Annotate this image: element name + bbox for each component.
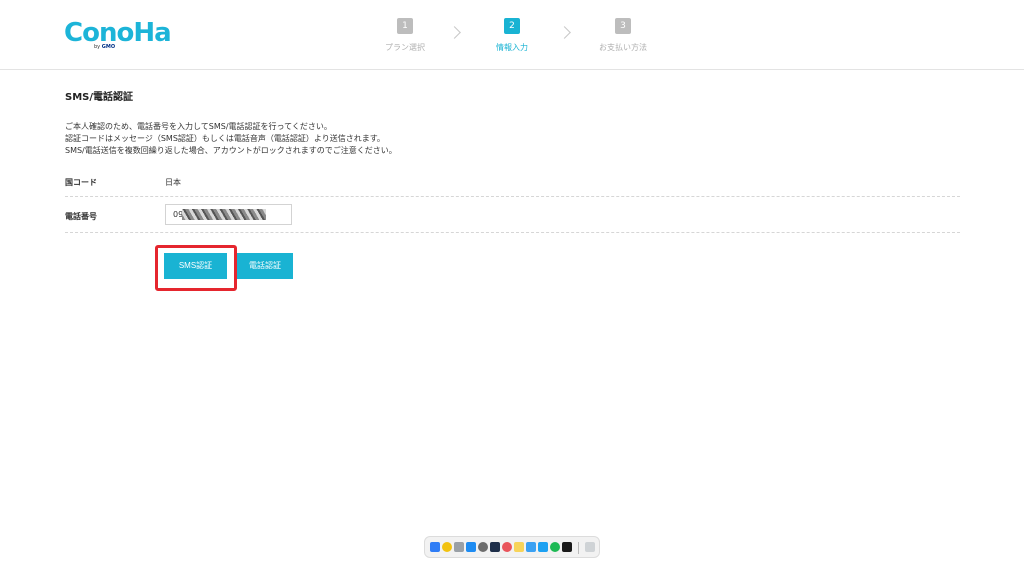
step-number: 2 [504, 18, 520, 34]
description-line: SMS/電話送信を複数回繰り返した場合、アカウントがロックされますのでご注意くだ… [65, 146, 397, 155]
logo-gmo: GMO [101, 44, 116, 50]
step-label: プラン選択 [385, 43, 425, 52]
chevron-right-icon [448, 26, 461, 39]
call-auth-button[interactable]: 電話認証 [237, 253, 293, 279]
page: ConoHa by GMO 1 プラン選択 2 情報入力 3 お支払い方法 SM… [0, 0, 1024, 561]
step-info: 2 情報入力 [477, 18, 547, 53]
logo-text: ConoHa [64, 18, 172, 48]
step-number: 3 [615, 18, 631, 34]
finder-icon[interactable] [430, 542, 440, 552]
logo-byline: by GMO [94, 44, 115, 50]
trash-icon[interactable] [585, 542, 595, 552]
conoha-logo[interactable]: ConoHa by GMO [64, 18, 172, 52]
phone-label: 電話番号 [65, 212, 97, 221]
main-content: SMS/電話認証 ご本人確認のため、電話番号を入力してSMS/電話認証を行ってく… [65, 92, 960, 291]
country-row: 国コード 日本 [65, 170, 960, 197]
chevron-right-icon [558, 26, 571, 39]
description-line: ご本人確認のため、電話番号を入力してSMS/電話認証を行ってください。 [65, 122, 332, 131]
sms-auth-button[interactable]: SMS認証 [164, 253, 227, 279]
logo-by: by [94, 44, 101, 50]
chrome-icon[interactable] [442, 542, 452, 552]
settings-icon[interactable] [478, 542, 488, 552]
step-number: 1 [397, 18, 413, 34]
step-label: 情報入力 [496, 43, 528, 52]
phone-row: 電話番号 09 [65, 197, 960, 233]
description: ご本人確認のため、電話番号を入力してSMS/電話認証を行ってください。 認証コー… [65, 121, 960, 157]
twitter-icon[interactable] [538, 542, 548, 552]
redacted-mask [182, 209, 266, 220]
phone-input[interactable]: 09 [165, 204, 292, 225]
step-label: お支払い方法 [599, 43, 647, 52]
country-label: 国コード [65, 178, 97, 187]
mail-icon[interactable] [526, 542, 536, 552]
step-payment: 3 お支払い方法 [588, 18, 658, 53]
photo-icon[interactable] [490, 542, 500, 552]
app-store-icon[interactable] [466, 542, 476, 552]
step-plan: 1 プラン選択 [370, 18, 440, 53]
description-line: 認証コードはメッセージ（SMS認証）もしくは電話音声（電話認証）より送信されます… [65, 134, 385, 143]
launchpad-icon[interactable] [454, 542, 464, 552]
header: ConoHa by GMO 1 プラン選択 2 情報入力 3 お支払い方法 [0, 0, 1024, 70]
arc-icon[interactable] [502, 542, 512, 552]
dock [424, 536, 600, 558]
country-value: 日本 [165, 178, 181, 187]
terminal-icon[interactable] [562, 542, 572, 552]
page-title: SMS/電話認証 [65, 92, 134, 103]
spotify-icon[interactable] [550, 542, 560, 552]
notes-icon[interactable] [514, 542, 524, 552]
progress-steps: 1 プラン選択 2 情報入力 3 お支払い方法 [370, 18, 670, 58]
dock-separator [578, 542, 579, 554]
